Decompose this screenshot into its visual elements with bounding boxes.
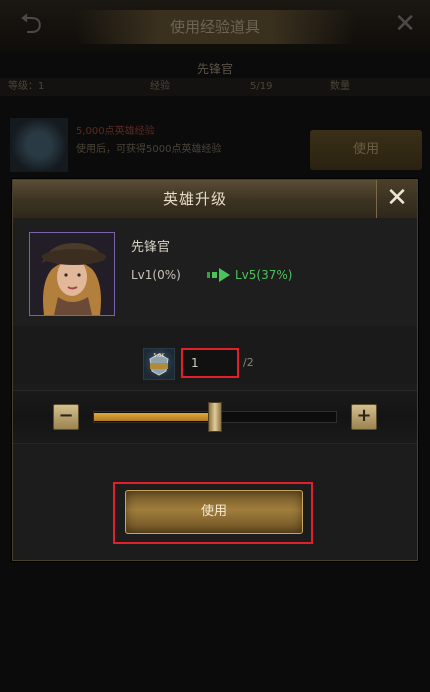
medal-graphic: 5.0K	[149, 353, 169, 376]
quantity-max: /2	[243, 356, 254, 369]
info-level: 等级：1	[8, 81, 45, 92]
info-exp: 经验	[150, 81, 170, 92]
background-info-row: 等级：1 经验 5/19 数量	[0, 78, 430, 96]
hero-upgrade-modal: 英雄升级 ✕ 先锋官 Lv1(0%) Lv5(37%) 5.0K 1 /2 − …	[12, 179, 418, 561]
background-title: 使用经验道具	[75, 10, 355, 44]
quantity-section: 5.0K /2	[13, 326, 417, 384]
quantity-slider-strip: − +	[13, 390, 417, 444]
info-qty: 数量	[330, 81, 350, 92]
background-item-icon	[10, 118, 68, 172]
modal-title: 英雄升级	[162, 190, 227, 208]
modal-header: 英雄升级 ✕	[13, 180, 417, 219]
background-header: ⮌ 使用经验道具 ✕	[0, 0, 430, 52]
increase-button[interactable]: +	[351, 404, 377, 430]
close-button[interactable]: ✕	[376, 180, 417, 218]
background-item-name: 5,000点英雄经验	[76, 126, 155, 137]
hero-portrait	[29, 232, 115, 316]
target-level: Lv5(37%)	[235, 268, 293, 282]
current-level: Lv1(0%)	[131, 268, 181, 282]
level-up-arrow-icon	[207, 268, 230, 282]
background-item-desc: 使用后，可获得5000点英雄经验	[76, 144, 222, 155]
decrease-button[interactable]: −	[53, 404, 79, 430]
slider-thumb[interactable]	[208, 402, 222, 432]
close-icon: ✕	[386, 183, 408, 213]
slider-fill	[94, 413, 215, 421]
back-arrow-icon[interactable]: ⮌	[8, 8, 54, 40]
use-button[interactable]: 使用	[125, 490, 303, 534]
hero-section: 先锋官 Lv1(0%) Lv5(37%)	[13, 218, 417, 327]
medal-label: 5.0K	[153, 353, 165, 359]
quantity-slider[interactable]	[93, 402, 337, 432]
quantity-input[interactable]	[181, 348, 239, 378]
hero-name: 先锋官	[131, 240, 171, 255]
background-subtitle: 先锋官	[196, 62, 233, 76]
background-use-button[interactable]: 使用	[310, 130, 422, 170]
background-close-icon[interactable]: ✕	[394, 8, 416, 40]
hero-portrait-image	[30, 233, 114, 315]
exp-medal-icon: 5.0K	[143, 348, 175, 380]
info-count: 5/19	[250, 81, 273, 92]
